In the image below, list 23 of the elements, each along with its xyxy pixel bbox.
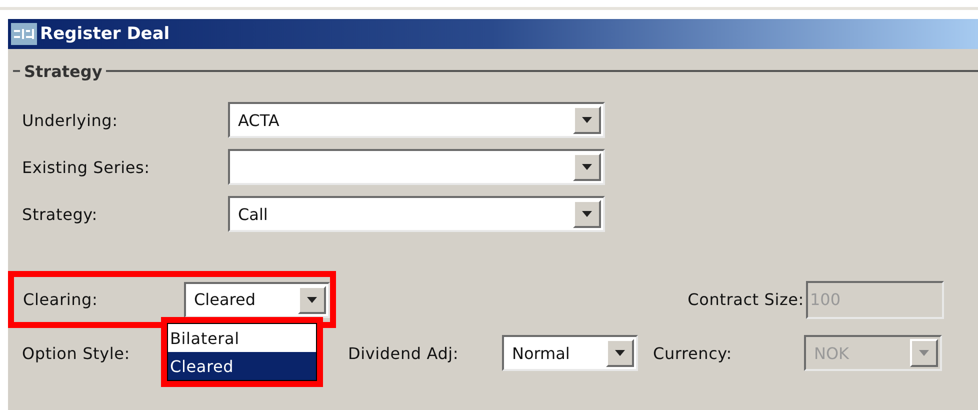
field-label: Clearing: [23, 290, 99, 309]
dropdown-option[interactable]: Cleared [168, 352, 316, 380]
field-label: Contract Size: [688, 290, 804, 309]
app-logo-icon [11, 23, 37, 45]
combo-box[interactable]: Call [228, 196, 605, 232]
dropdown-arrow-icon [582, 211, 592, 217]
combo-box[interactable]: Normal [502, 335, 638, 371]
dropdown-arrow-icon [307, 296, 317, 302]
field-label: Option Style: [22, 344, 130, 362]
dropdown-arrow-icon [582, 117, 592, 123]
dropdown-arrow-icon [918, 350, 929, 356]
field-label: Strategy: [22, 204, 98, 224]
group-label: Strategy [24, 62, 102, 80]
field-label: Currency: [652, 344, 733, 362]
dropdown-arrow-icon [614, 350, 625, 356]
window-title: Register Deal [40, 24, 170, 44]
field-label: Existing Series: [22, 158, 151, 176]
combo-box[interactable]: Cleared [184, 282, 330, 318]
field-label: Underlying: [22, 110, 119, 130]
dropdown-arrow-icon [582, 164, 592, 170]
field-label: Dividend Adj: [348, 344, 460, 362]
combo-box[interactable] [228, 149, 605, 185]
combo-box[interactable]: ACTA [228, 102, 605, 138]
